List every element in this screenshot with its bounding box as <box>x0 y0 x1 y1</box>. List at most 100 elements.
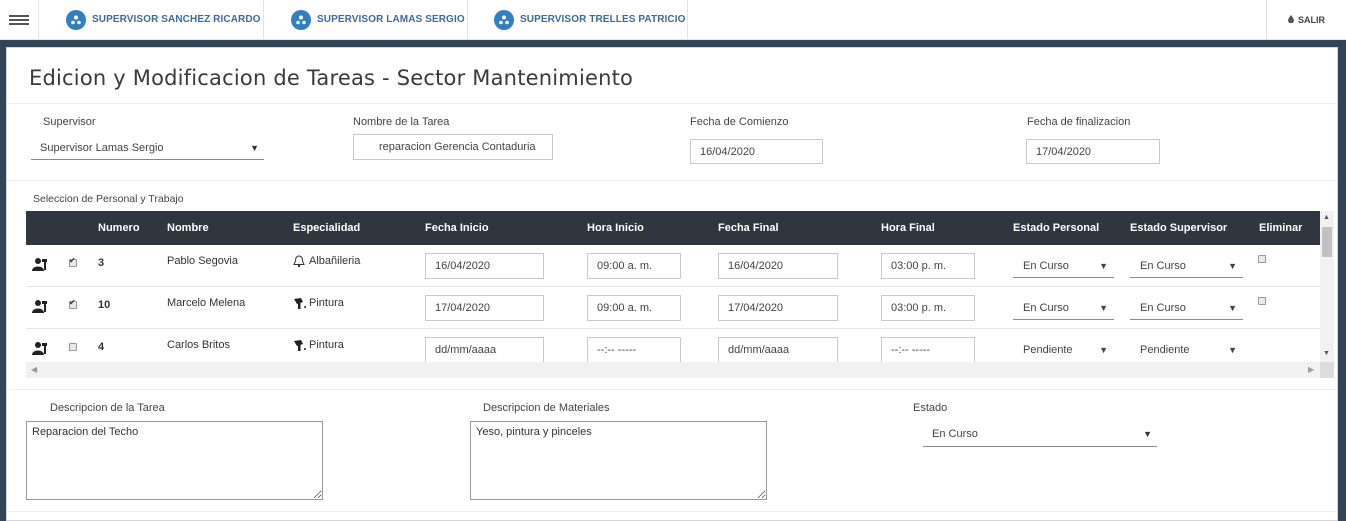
estado-personal-value: Pendiente <box>1023 344 1073 356</box>
col-especialidad: Especialidad <box>293 222 361 234</box>
especialidad-cell: Albañileria <box>309 255 361 267</box>
chevron-down-icon: ▼ <box>1099 302 1108 313</box>
materials-description-label: Descripcion de Materiales <box>483 402 610 414</box>
table-row: 3 Pablo Segovia Albañileria 16/04/2020 0… <box>26 245 1320 287</box>
nav-tab-supervisor-lamas[interactable]: SUPERVISOR LAMAS SERGIO <box>264 0 468 39</box>
estado-supervisor-select[interactable]: En Curso ▼ <box>1130 296 1243 320</box>
numero-cell: 4 <box>98 341 105 353</box>
worker-icon <box>32 257 48 274</box>
estado-personal-select[interactable]: Pendiente ▼ <box>1013 338 1114 362</box>
table-row: 10 Marcelo Melena Pintura 17/04/2020 09:… <box>26 287 1320 329</box>
delete-checkbox[interactable] <box>1258 297 1266 305</box>
scroll-up-icon[interactable]: ▲ <box>1323 214 1330 221</box>
hora-inicio-input[interactable]: 09:00 a. m. <box>587 295 681 321</box>
status-select[interactable]: En Curso ▼ <box>923 422 1157 447</box>
delete-checkbox[interactable] <box>1258 255 1266 263</box>
hora-inicio-input[interactable]: 09:00 a. m. <box>587 253 681 279</box>
col-fecha-final: Fecha Final <box>718 222 779 234</box>
hora-final-input[interactable]: --:-- ----- <box>881 337 975 363</box>
supervisor-value: Supervisor Lamas Sergio <box>40 141 164 154</box>
scroll-left-icon[interactable]: ◀ <box>31 365 37 374</box>
select-checkbox[interactable] <box>69 298 77 309</box>
col-numero: Numero <box>98 222 140 234</box>
fecha-final-input[interactable]: 16/04/2020 <box>718 253 838 279</box>
chevron-down-icon: ▼ <box>1228 345 1237 355</box>
col-estado-personal: Estado Personal <box>1013 222 1100 234</box>
worker-icon <box>32 299 48 316</box>
nav-tab-label: SUPERVISOR TRELLES PATRICIO <box>520 14 686 25</box>
scroll-right-icon[interactable]: ▶ <box>1308 365 1314 374</box>
fecha-final-input[interactable]: 17/04/2020 <box>718 295 838 321</box>
scroll-down-icon[interactable]: ▼ <box>1323 350 1330 357</box>
chevron-down-icon: ▼ <box>1228 260 1237 271</box>
page-title: Edicion y Modificacion de Tareas - Secto… <box>29 66 634 90</box>
col-nombre: Nombre <box>167 222 209 234</box>
chevron-down-icon: ▼ <box>1099 345 1108 355</box>
hora-inicio-input[interactable]: --:-- ----- <box>587 337 681 363</box>
hora-final-input[interactable]: 03:00 p. m. <box>881 253 975 279</box>
col-hora-inicio: Hora Inicio <box>587 222 644 234</box>
end-date-label: Fecha de finalizacion <box>1027 116 1131 128</box>
paint-brush-icon <box>293 297 307 313</box>
col-fecha-inicio: Fecha Inicio <box>425 222 489 234</box>
estado-personal-select[interactable]: En Curso ▼ <box>1013 296 1114 320</box>
logout-button[interactable]: SALIR <box>1266 0 1346 39</box>
col-eliminar: Eliminar <box>1259 222 1303 234</box>
task-description-textarea[interactable]: Reparacion del Techo <box>26 421 323 500</box>
estado-personal-value: En Curso <box>1023 301 1069 314</box>
col-hora-final: Hora Final <box>881 222 935 234</box>
hora-final-input[interactable]: 03:00 p. m. <box>881 295 975 321</box>
estado-supervisor-value: Pendiente <box>1140 344 1190 356</box>
user-group-icon <box>494 9 514 30</box>
fecha-inicio-input[interactable]: 16/04/2020 <box>425 253 544 279</box>
fecha-inicio-input[interactable]: dd/mm/aaaa <box>425 337 544 363</box>
horizontal-scrollbar[interactable]: ◀ ▶ <box>26 362 1320 378</box>
select-checkbox[interactable] <box>69 256 77 267</box>
nombre-cell: Carlos Britos <box>167 339 230 351</box>
menu-toggle-button[interactable] <box>0 0 39 39</box>
hamburger-icon <box>9 14 29 25</box>
scrollbar-corner <box>1320 362 1334 378</box>
fecha-inicio-input[interactable]: 17/04/2020 <box>425 295 544 321</box>
estado-supervisor-select[interactable]: Pendiente ▼ <box>1130 338 1243 362</box>
estado-supervisor-value: En Curso <box>1140 301 1186 314</box>
frame-border-right <box>1338 40 1346 521</box>
especialidad-cell: Pintura <box>309 339 344 351</box>
nav-tab-supervisor-trelles[interactable]: SUPERVISOR TRELLES PATRICIO <box>468 0 688 39</box>
staff-section-label: Seleccion de Personal y Trabajo <box>33 193 184 205</box>
select-checkbox[interactable] <box>69 343 77 351</box>
end-date-input[interactable]: 17/04/2020 <box>1026 139 1160 164</box>
drop-icon <box>1288 14 1294 25</box>
top-navigation: SUPERVISOR SANCHEZ RICARDO SUPERVISOR LA… <box>0 0 1346 40</box>
task-name-input[interactable]: reparacion Gerencia Contaduria <box>353 134 553 160</box>
divider <box>7 103 1337 104</box>
fecha-final-input[interactable]: dd/mm/aaaa <box>718 337 838 363</box>
start-date-input[interactable]: 16/04/2020 <box>690 139 823 164</box>
nav-tab-supervisor-sanchez[interactable]: SUPERVISOR SANCHEZ RICARDO <box>39 0 264 39</box>
divider <box>7 511 1337 512</box>
divider <box>7 389 1337 390</box>
paint-brush-icon <box>293 339 307 355</box>
worker-icon <box>32 341 48 358</box>
nombre-cell: Pablo Segovia <box>167 255 238 267</box>
nav-tab-label: SUPERVISOR LAMAS SERGIO <box>317 14 465 25</box>
estado-personal-select[interactable]: En Curso ▼ <box>1013 254 1114 278</box>
status-label: Estado <box>913 402 948 414</box>
chevron-down-icon: ▼ <box>1143 429 1152 439</box>
materials-description-textarea[interactable]: Yeso, pintura y pinceles <box>470 421 767 500</box>
estado-supervisor-value: En Curso <box>1140 259 1186 272</box>
frame-border-top <box>0 40 1346 47</box>
user-group-icon <box>291 9 311 30</box>
chevron-down-icon: ▼ <box>1099 260 1108 271</box>
estado-personal-value: En Curso <box>1023 259 1069 272</box>
scroll-thumb[interactable] <box>1322 227 1332 257</box>
estado-supervisor-select[interactable]: En Curso ▼ <box>1130 254 1243 278</box>
bell-icon <box>293 255 305 271</box>
status-value: En Curso <box>932 428 978 440</box>
supervisor-select[interactable]: Supervisor Lamas Sergio ▼ <box>31 136 264 160</box>
numero-cell: 10 <box>98 299 111 311</box>
especialidad-cell: Pintura <box>309 297 344 309</box>
vertical-scrollbar[interactable]: ▲ ▼ <box>1320 211 1334 362</box>
task-edit-panel: Edicion y Modificacion de Tareas - Secto… <box>6 47 1338 521</box>
logout-label: SALIR <box>1298 14 1325 25</box>
